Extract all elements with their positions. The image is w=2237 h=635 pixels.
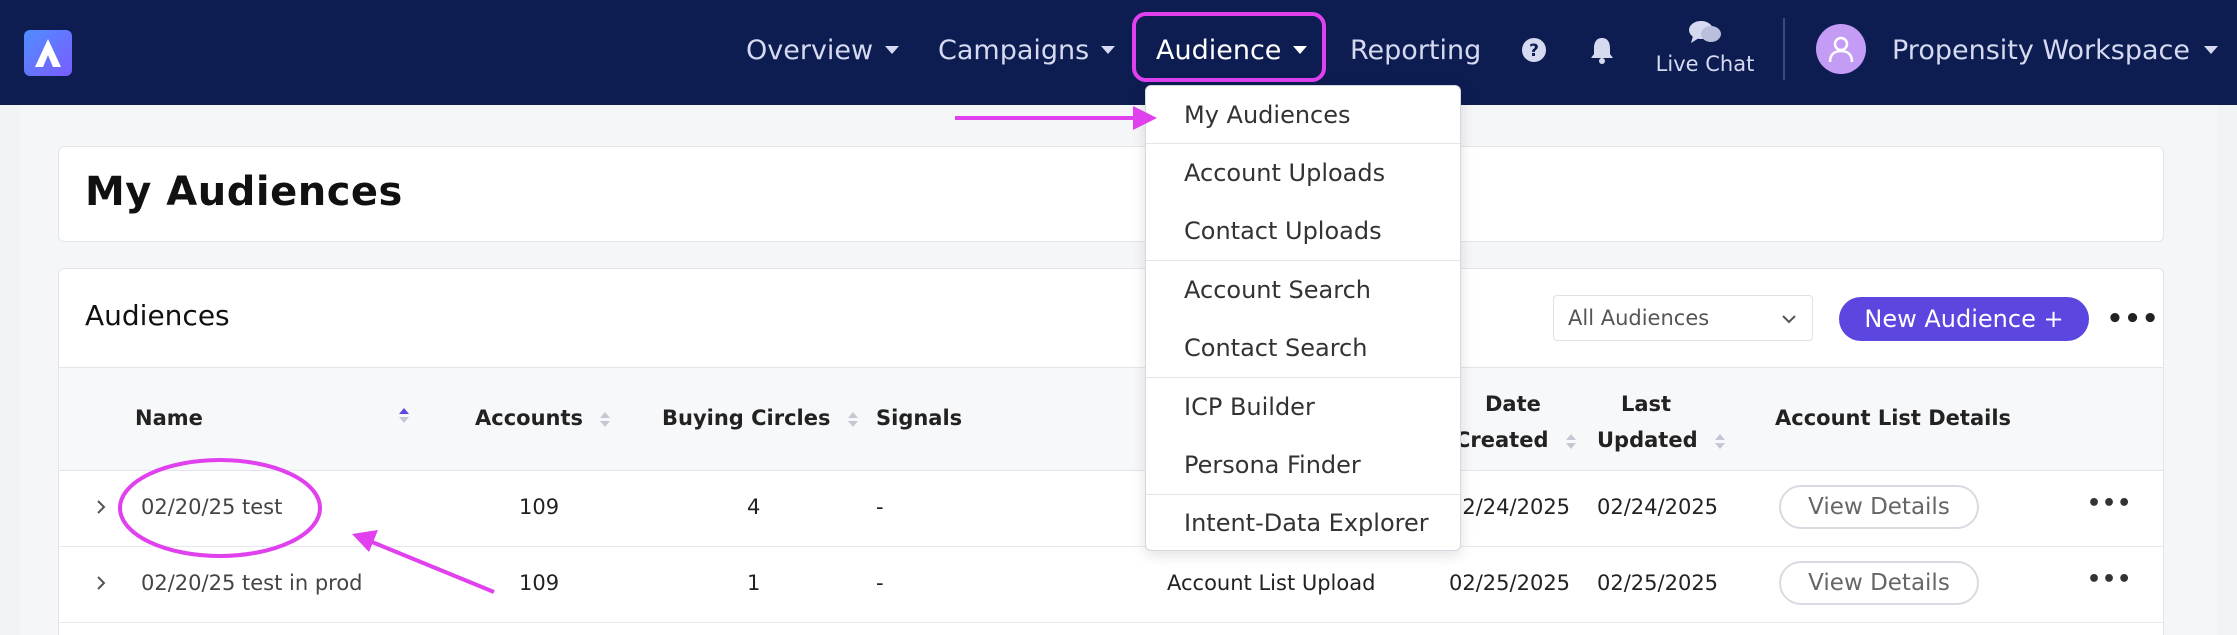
sort-icon bbox=[1565, 433, 1576, 449]
audiences-card-title: Audiences bbox=[85, 299, 230, 332]
table-row[interactable]: 02/20/25 test in prod 109 1 - Account Li… bbox=[59, 547, 2163, 623]
menu-item-my-audiences[interactable]: My Audiences bbox=[1146, 86, 1460, 144]
page-header-card: My Audiences bbox=[58, 146, 2164, 242]
row-last-updated: 02/24/2025 bbox=[1597, 495, 1719, 519]
column-buying-circles-label: Buying Circles bbox=[662, 406, 831, 430]
sort-icon bbox=[847, 411, 858, 427]
caret-down-icon bbox=[885, 46, 900, 54]
sort-icon[interactable] bbox=[399, 408, 409, 423]
nav-overview-label: Overview bbox=[746, 34, 874, 66]
audience-dropdown-menu: My Audiences Account Uploads Contact Upl… bbox=[1145, 85, 1461, 551]
menu-item-persona-finder[interactable]: Persona Finder bbox=[1146, 436, 1460, 494]
menu-item-icp-builder[interactable]: ICP Builder bbox=[1146, 378, 1460, 436]
nav-audience[interactable]: Audience bbox=[1156, 30, 1308, 70]
top-navbar: Overview Campaigns Audience Reporting ? … bbox=[0, 0, 2237, 105]
column-last-updated-label-2: Updated bbox=[1597, 428, 1698, 452]
row-buying-circles: 1 bbox=[747, 571, 761, 595]
menu-item-intent-data-explorer[interactable]: Intent-Data Explorer bbox=[1146, 494, 1460, 552]
column-last-updated-label-1: Last bbox=[1621, 392, 1672, 416]
menu-item-account-uploads[interactable]: Account Uploads bbox=[1146, 144, 1460, 202]
svg-text:?: ? bbox=[1529, 41, 1539, 61]
audience-filter-value: All Audiences bbox=[1568, 306, 1710, 330]
column-last-updated[interactable]: Last Updated bbox=[1597, 386, 1725, 458]
nav-reporting[interactable]: Reporting bbox=[1350, 30, 1481, 70]
sort-icon bbox=[1714, 433, 1725, 449]
view-details-button[interactable]: View Details bbox=[1779, 485, 1979, 529]
row-more-button[interactable]: ••• bbox=[2087, 567, 2132, 592]
chevron-down-icon bbox=[1782, 315, 1796, 324]
chevron-right-icon[interactable] bbox=[89, 495, 113, 519]
caret-down-icon bbox=[2204, 46, 2218, 54]
row-buying-circles: 4 bbox=[747, 495, 761, 519]
row-date-created: 02/24/2025 bbox=[1449, 495, 1571, 519]
row-type: Account List Upload bbox=[1167, 571, 1376, 595]
live-chat-label: Live Chat bbox=[1655, 52, 1755, 76]
view-details-button[interactable]: View Details bbox=[1779, 561, 1979, 605]
row-signals: - bbox=[876, 571, 884, 595]
chat-icon bbox=[1689, 21, 1721, 43]
column-accounts-label: Accounts bbox=[475, 406, 584, 430]
nav-campaigns[interactable]: Campaigns bbox=[938, 30, 1116, 70]
column-accounts[interactable]: Accounts bbox=[475, 406, 611, 430]
table-row[interactable]: 02/20/25 test 109 4 - 02/24/2025 02/24/2… bbox=[59, 471, 2163, 547]
column-signals-label: Signals bbox=[876, 406, 963, 430]
nav-audience-label: Audience bbox=[1156, 34, 1282, 66]
caret-down-icon bbox=[1293, 46, 1308, 54]
column-name-label: Name bbox=[135, 406, 203, 430]
more-options-button[interactable]: ••• bbox=[2107, 299, 2159, 339]
nav-reporting-label: Reporting bbox=[1350, 34, 1482, 66]
menu-item-account-search[interactable]: Account Search bbox=[1146, 261, 1460, 319]
workspace-label: Propensity Workspace bbox=[1892, 34, 2190, 66]
bell-icon[interactable] bbox=[1586, 34, 1618, 66]
menu-item-contact-uploads[interactable]: Contact Uploads bbox=[1146, 202, 1460, 260]
nav-divider bbox=[1783, 18, 1785, 80]
column-buying-circles[interactable]: Buying Circles bbox=[662, 406, 858, 430]
workspace-switcher[interactable]: Propensity Workspace bbox=[1892, 30, 2218, 70]
row-more-button[interactable]: ••• bbox=[2087, 491, 2132, 516]
row-last-updated: 02/25/2025 bbox=[1597, 571, 1719, 595]
sort-icon bbox=[600, 411, 611, 427]
row-accounts: 109 bbox=[519, 571, 560, 595]
column-date-created-label-1: Date bbox=[1485, 392, 1541, 416]
new-audience-button[interactable]: New Audience + bbox=[1839, 297, 2089, 341]
chevron-right-icon[interactable] bbox=[89, 571, 113, 595]
nav-campaigns-label: Campaigns bbox=[938, 34, 1090, 66]
help-icon[interactable]: ? bbox=[1518, 34, 1550, 66]
row-signals: - bbox=[876, 495, 884, 519]
column-signals: Signals bbox=[876, 406, 962, 430]
live-chat-button[interactable]: Live Chat bbox=[1650, 20, 1760, 76]
column-date-created-label-2: Created bbox=[1455, 428, 1549, 452]
audiences-card: Audiences All Audiences New Audience + •… bbox=[58, 268, 2164, 635]
audience-filter-select[interactable]: All Audiences bbox=[1553, 295, 1813, 341]
caret-down-icon bbox=[1101, 46, 1116, 54]
column-details-label: Account List Details bbox=[1775, 406, 2012, 430]
row-accounts: 109 bbox=[519, 495, 560, 519]
menu-item-contact-search[interactable]: Contact Search bbox=[1146, 319, 1460, 377]
row-date-created: 02/25/2025 bbox=[1449, 571, 1571, 595]
page-title: My Audiences bbox=[85, 169, 403, 215]
column-account-list-details: Account List Details bbox=[1775, 406, 2011, 430]
app-logo-icon[interactable] bbox=[24, 30, 72, 76]
column-date-created[interactable]: Date Created bbox=[1455, 386, 1576, 458]
table-header: Name Accounts Buying Circles Signals Dat… bbox=[59, 367, 2163, 471]
user-avatar-icon[interactable] bbox=[1816, 24, 1866, 74]
row-name[interactable]: 02/20/25 test bbox=[141, 495, 282, 519]
nav-overview[interactable]: Overview bbox=[746, 30, 900, 70]
row-name[interactable]: 02/20/25 test in prod bbox=[141, 571, 363, 595]
column-name[interactable]: Name bbox=[135, 406, 203, 430]
